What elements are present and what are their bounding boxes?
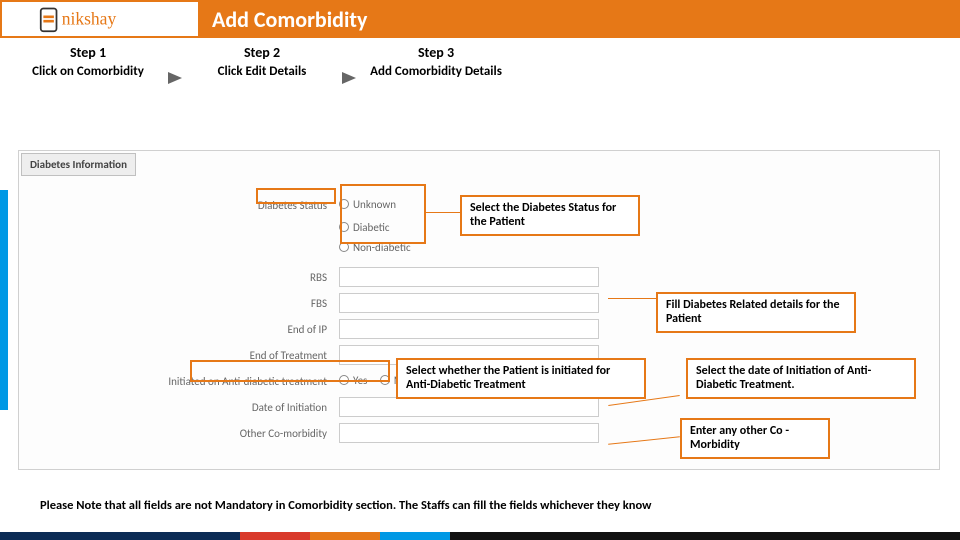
label-rbs: RBS: [19, 271, 339, 284]
highlight-init: [190, 360, 390, 382]
callout-doi: Select the date of Initiation of Anti-Di…: [686, 358, 916, 399]
footer-note: Please Note that all fields are not Mand…: [40, 498, 651, 513]
nikshay-logo-icon: nikshay: [39, 5, 162, 33]
input-doi[interactable]: [339, 397, 599, 417]
input-rbs[interactable]: [339, 267, 599, 287]
label-doi: Date of Initiation: [19, 401, 339, 414]
footer-stripe: [0, 532, 960, 540]
label-fbs: FBS: [19, 297, 339, 310]
input-other[interactable]: [339, 423, 599, 443]
input-fbs[interactable]: [339, 293, 599, 313]
callout-init: Select whether the Patient is initiated …: [396, 358, 646, 399]
step2-desc: Click Edit Details: [182, 65, 342, 80]
arrow-icon: [342, 72, 356, 84]
input-endip[interactable]: [339, 319, 599, 339]
step3-heading: Step 3: [356, 44, 516, 61]
logo: nikshay: [0, 0, 200, 38]
callout-status: Select the Diabetes Status for the Patie…: [460, 195, 640, 236]
page-title: Add Comorbidity: [200, 0, 960, 38]
highlight-status-label: [256, 188, 336, 204]
step3-desc: Add Comorbidity Details: [356, 65, 516, 80]
steps-row: Step 1 Click on Comorbidity Step 2 Click…: [0, 38, 960, 94]
arrow-icon: [168, 72, 182, 84]
header: nikshay Add Comorbidity: [0, 0, 960, 38]
step1-heading: Step 1: [8, 44, 168, 61]
highlight-status-options: [340, 184, 426, 244]
step2-heading: Step 2: [182, 44, 342, 61]
callout-diabetes-details: Fill Diabetes Related details for the Pa…: [656, 292, 856, 333]
callout-other: Enter any other Co -Morbidity: [680, 418, 830, 459]
step1-desc: Click on Comorbidity: [8, 65, 168, 80]
section-title: Diabetes Information: [21, 153, 136, 176]
label-other: Other Co-morbidity: [19, 427, 339, 440]
label-endip: End of IP: [19, 323, 339, 336]
svg-text:nikshay: nikshay: [62, 8, 117, 28]
connector: [608, 298, 656, 299]
blue-side-accent: [0, 190, 8, 410]
connector: [426, 212, 460, 213]
